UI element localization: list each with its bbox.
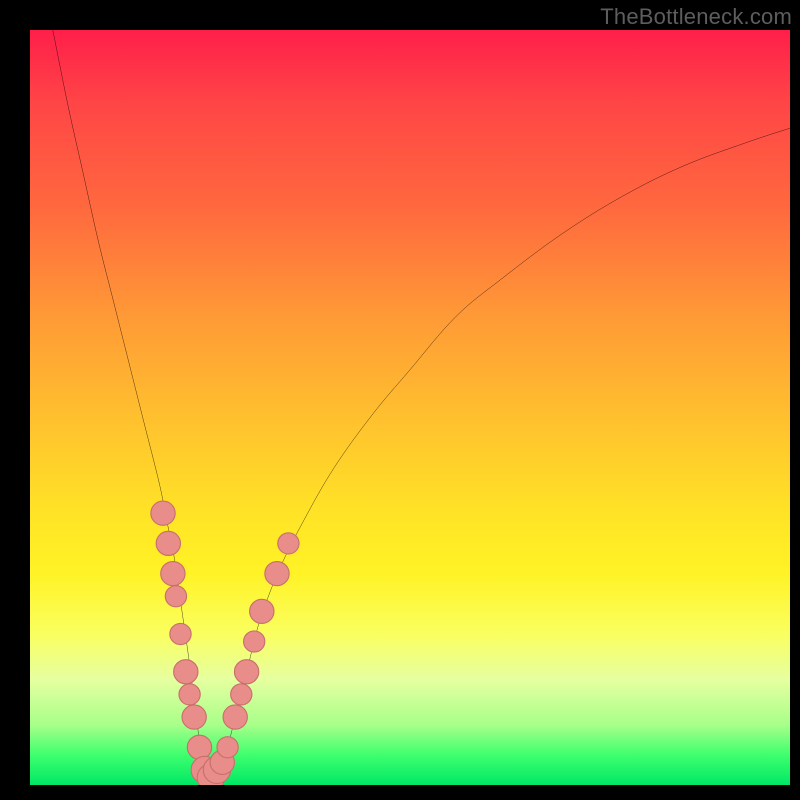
curve-group	[53, 30, 790, 778]
data-point	[231, 684, 252, 705]
data-point	[161, 562, 185, 586]
data-point	[165, 586, 186, 607]
data-point	[156, 531, 180, 555]
watermark-text: TheBottleneck.com	[600, 4, 792, 30]
plot-area	[30, 30, 790, 785]
data-point	[278, 533, 299, 554]
marker-group	[151, 501, 299, 785]
bottleneck-curve	[53, 30, 790, 778]
data-point	[244, 631, 265, 652]
data-point	[170, 623, 191, 644]
data-point	[182, 705, 206, 729]
data-point	[187, 735, 211, 759]
data-point	[151, 501, 175, 525]
data-point	[174, 660, 198, 684]
data-point	[250, 599, 274, 623]
data-point	[234, 660, 258, 684]
data-point	[223, 705, 247, 729]
data-point	[217, 737, 238, 758]
chart-frame: TheBottleneck.com	[0, 0, 800, 800]
chart-svg	[30, 30, 790, 785]
data-point	[179, 684, 200, 705]
data-point	[265, 562, 289, 586]
